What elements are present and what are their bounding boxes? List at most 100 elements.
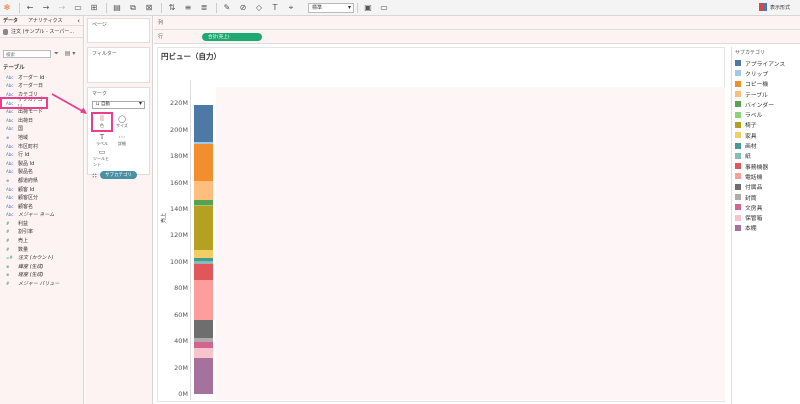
pages-card[interactable]: ページ <box>87 18 150 43</box>
y-tick-label: 80M <box>174 284 188 293</box>
field-item[interactable]: Abc 製品 Id <box>0 159 83 168</box>
field-item[interactable]: ⊕ 経度 (生成) <box>0 271 83 280</box>
marks-label: マーク <box>92 91 108 97</box>
new-worksheet-icon[interactable]: ▤ <box>110 2 124 14</box>
field-item[interactable]: Abc 国 <box>0 125 83 134</box>
legend-label: 文房具 <box>745 205 763 212</box>
show-me-button[interactable]: 表示形式 <box>758 3 790 11</box>
field-item[interactable]: Abc 行 Id <box>0 150 83 159</box>
fit-icon[interactable]: ▣ <box>361 2 375 14</box>
legend-item[interactable]: 家具 <box>732 130 800 140</box>
filters-card[interactable]: フィルター <box>87 47 150 83</box>
bar-segment[interactable] <box>194 104 213 142</box>
text-icon[interactable]: T <box>268 2 282 14</box>
bar-segment[interactable] <box>194 338 213 343</box>
sort-asc-icon[interactable]: ≡ <box>181 2 195 14</box>
bar-segment[interactable] <box>194 257 213 261</box>
swap-icon[interactable]: ⇅ <box>165 2 179 14</box>
legend-item[interactable]: 付属品 <box>732 182 800 192</box>
fit-select[interactable]: 標準 <box>308 2 354 13</box>
bar-segment[interactable] <box>194 319 213 339</box>
bar-segment[interactable] <box>194 358 213 394</box>
field-item[interactable]: # 売上 <box>0 236 83 245</box>
bar-segment[interactable] <box>194 342 213 348</box>
present-icon[interactable]: ▭ <box>377 2 391 14</box>
field-item[interactable]: Abc サブカテゴリ <box>0 96 48 110</box>
mark-size-button[interactable]: ◯ サイズ <box>113 114 131 130</box>
redo-disabled-icon[interactable]: ⇢ <box>55 2 69 14</box>
legend-item[interactable]: コピー機 <box>732 79 800 89</box>
field-item[interactable]: Abc 顧客区分 <box>0 193 83 202</box>
bar-segment[interactable] <box>194 249 213 258</box>
rows-shelf[interactable]: 行 合計(売上) <box>154 30 800 44</box>
bar-segment[interactable] <box>194 206 213 250</box>
legend-item[interactable]: アプライアンス <box>732 58 800 68</box>
mark-tooltip-button[interactable]: ▭ ツールヒント <box>93 148 111 167</box>
mark-detail-button[interactable]: ⋯ 詳細 <box>113 132 131 148</box>
legend-item[interactable]: ラベル <box>732 109 800 119</box>
bar-segment[interactable] <box>194 260 213 265</box>
group-icon[interactable]: ⊘ <box>236 2 250 14</box>
tab-analytics[interactable]: アナリティクス <box>28 17 62 24</box>
legend-item[interactable]: 椅子 <box>732 120 800 130</box>
tab-data[interactable]: データ <box>3 17 18 24</box>
legend-item[interactable]: 事務機器 <box>732 161 800 171</box>
legend-item[interactable]: 電話機 <box>732 171 800 181</box>
color-dots-icon <box>92 172 97 178</box>
sort-desc-icon[interactable]: ≣ <box>197 2 211 14</box>
legend-item[interactable]: 紙 <box>732 151 800 161</box>
legend-item[interactable]: 本棚 <box>732 223 800 233</box>
clear-icon[interactable]: ⊠ <box>142 2 156 14</box>
field-item[interactable]: Abc 製品名 <box>0 168 83 177</box>
bar-segment[interactable] <box>194 204 213 207</box>
field-item[interactable]: ⊕ 緯度 (生成) <box>0 262 83 271</box>
field-item[interactable]: # 利益 <box>0 219 83 228</box>
label-icon[interactable]: ◇ <box>252 2 266 14</box>
bar-segment[interactable] <box>194 280 213 320</box>
legend-item[interactable]: 画材 <box>732 140 800 150</box>
save-icon[interactable]: ▭ <box>71 2 85 14</box>
bar-segment[interactable] <box>194 181 213 200</box>
collapse-pane-icon[interactable]: ‹ <box>77 17 80 25</box>
redo-icon[interactable]: → <box>39 2 53 14</box>
field-item[interactable]: ⊕ 都道府県 <box>0 176 83 185</box>
dimension-type-icon: Abc <box>6 91 14 97</box>
color-field-pill[interactable]: サブカテゴリ <box>100 171 137 179</box>
field-item[interactable]: # 割引率 <box>0 228 83 237</box>
legend-item[interactable]: テーブル <box>732 89 800 99</box>
mark-color-button[interactable]: ⠿ 色 <box>91 112 113 132</box>
bar-segment[interactable] <box>194 144 213 182</box>
datasource-item[interactable]: 注文 (サンプル - スーパー... <box>0 26 83 38</box>
field-item[interactable]: Abc メジャー ネーム <box>0 211 83 220</box>
filter-icon[interactable]: ⏷ ▤▾ <box>54 50 77 58</box>
bar-segment[interactable] <box>194 264 213 281</box>
field-item[interactable]: Abc オーダー Id <box>0 73 83 82</box>
mark-label-button[interactable]: T ラベル <box>93 132 111 148</box>
legend-item[interactable]: クリップ <box>732 68 800 78</box>
bar-segment[interactable] <box>194 199 213 205</box>
bar-segment[interactable] <box>194 347 213 359</box>
bar-segment[interactable] <box>194 141 213 145</box>
tableau-logo-icon[interactable]: ✻ <box>0 2 14 14</box>
legend-item[interactable]: 文房具 <box>732 202 800 212</box>
rows-field-pill[interactable]: 合計(売上) <box>202 32 262 41</box>
field-item[interactable]: Abc 顧客名 <box>0 202 83 211</box>
duplicate-icon[interactable]: ⧉ <box>126 2 140 14</box>
columns-shelf[interactable]: 列 <box>154 16 800 30</box>
field-item[interactable]: =# 注文 (カウント) <box>0 253 83 262</box>
field-item[interactable]: # メジャー バリュー <box>0 279 83 288</box>
mark-type-select[interactable]: ⊔ 自動 <box>92 101 145 109</box>
dimension-type-icon: Abc <box>6 117 14 123</box>
field-item[interactable]: Abc 市区町村 <box>0 142 83 151</box>
legend-item[interactable]: 保管箱 <box>732 212 800 222</box>
highlight-icon[interactable]: ✎ <box>220 2 234 14</box>
field-item[interactable]: Abc 顧客 Id <box>0 185 83 194</box>
field-item[interactable]: # 数量 <box>0 245 83 254</box>
legend-item[interactable]: 封筒 <box>732 192 800 202</box>
legend-item[interactable]: バインダー <box>732 99 800 109</box>
undo-icon[interactable]: ← <box>23 2 37 14</box>
field-search-input[interactable] <box>3 50 51 58</box>
field-item[interactable]: ⊕ 地域 <box>0 133 83 142</box>
pin-icon[interactable]: ⌖ <box>284 2 298 14</box>
new-datasource-icon[interactable]: ⊞ <box>87 2 101 14</box>
